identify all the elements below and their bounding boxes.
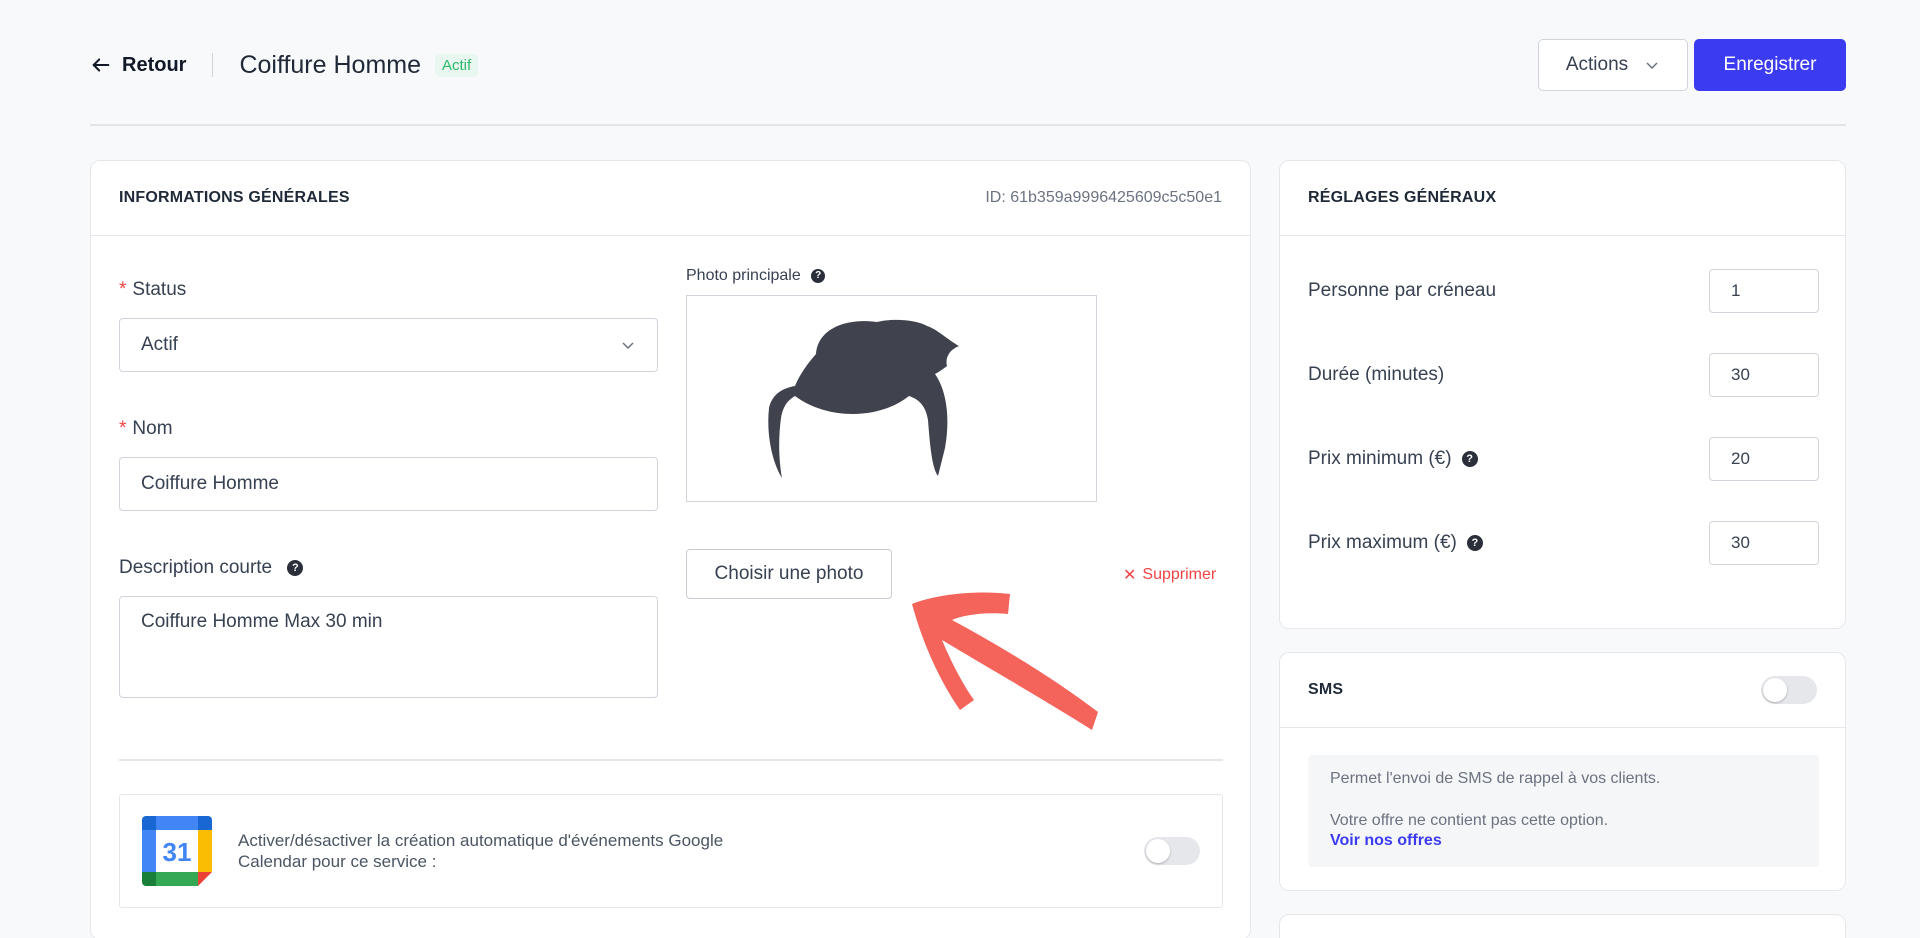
actions-dropdown[interactable]: Actions — [1538, 39, 1688, 91]
sms-heading: SMS — [1308, 681, 1344, 698]
description-textarea[interactable]: Coiffure Homme Max 30 min — [119, 596, 658, 698]
description-label-text: Description courte — [119, 557, 273, 578]
name-label: * Nom — [119, 418, 173, 440]
sms-offer-text: Votre offre ne contient pas cette option… — [1330, 812, 1609, 829]
google-calendar-row: 31 Activer/désactiver la création automa… — [119, 794, 1223, 908]
google-calendar-icon: 31 — [142, 816, 212, 886]
main-photo — [686, 295, 1097, 502]
general-settings-heading: RÉGLAGES GÉNÉRAUX — [1308, 189, 1497, 206]
actions-label: Actions — [1565, 54, 1629, 75]
chevron-down-icon — [1646, 62, 1658, 70]
photo-label-text: Photo principale — [686, 267, 801, 284]
setting-label: Durée (minutes) — [1308, 364, 1445, 385]
name-input-value: Coiffure Homme — [141, 473, 279, 494]
general-info-header: INFORMATIONS GÉNÉRALES ID: 61b359a999642… — [91, 161, 1250, 236]
general-info-card: INFORMATIONS GÉNÉRALES ID: 61b359a999642… — [90, 160, 1251, 938]
status-label-text: Status — [132, 279, 187, 300]
setting-row: Personne par créneau 1 — [1308, 269, 1819, 313]
duration-input[interactable]: 30 — [1709, 353, 1819, 397]
google-calendar-toggle[interactable] — [1144, 837, 1200, 865]
setting-row: Prix minimum (€) ? 20 — [1308, 437, 1819, 481]
sms-info-box: Permet l'envoi de SMS de rappel à vos cl… — [1308, 755, 1819, 867]
status-badge: Actif — [435, 53, 479, 77]
status-select-value: Actif — [141, 334, 178, 355]
chevron-down-icon — [622, 342, 634, 350]
sms-toggle[interactable] — [1761, 676, 1817, 704]
gcal-day: 31 — [163, 837, 192, 867]
max-price-input[interactable]: 30 — [1709, 521, 1819, 565]
google-calendar-text: Activer/désactiver la création automatiq… — [238, 831, 724, 871]
setting-label: Personne par créneau — [1308, 280, 1497, 301]
record-id: ID: 61b359a9996425609c5c50e1 — [985, 189, 1222, 206]
min-price-input[interactable]: 20 — [1709, 437, 1819, 481]
section-divider — [119, 759, 1223, 761]
setting-label: Prix maximum (€) — [1308, 532, 1457, 553]
setting-label: Prix minimum (€) — [1308, 448, 1452, 469]
close-icon: ✕ — [1123, 567, 1137, 584]
hair-placeholder-icon — [768, 319, 959, 478]
help-icon[interactable]: ? — [1466, 535, 1483, 551]
setting-row: Prix maximum (€) ? 30 — [1308, 521, 1819, 565]
name-label-text: Nom — [132, 418, 173, 439]
save-button[interactable]: Enregistrer — [1694, 39, 1846, 91]
status-label: * Status — [119, 279, 186, 301]
choose-photo-button[interactable]: Choisir une photo — [686, 549, 892, 599]
next-card — [1279, 914, 1846, 938]
setting-row: Durée (minutes) 30 — [1308, 353, 1819, 397]
help-icon[interactable]: ? — [287, 559, 304, 576]
top-bar: Retour Coiffure Homme Actif Actions Enre… — [90, 38, 1846, 92]
back-button[interactable]: Retour — [90, 54, 186, 77]
view-offers-link[interactable]: Voir nos offres — [1330, 832, 1797, 850]
delete-photo-label: Supprimer — [1142, 566, 1217, 583]
arrow-left-icon — [92, 58, 110, 72]
divider — [212, 53, 214, 77]
name-input[interactable]: Coiffure Homme — [119, 457, 658, 511]
help-icon[interactable]: ? — [1461, 451, 1478, 467]
page-title: Coiffure Homme — [239, 50, 421, 79]
help-icon[interactable]: ? — [811, 268, 826, 283]
delete-photo-button[interactable]: ✕ Supprimer — [1123, 565, 1216, 585]
photo-label: Photo principale ? — [686, 267, 826, 285]
sms-info-text: Permet l'envoi de SMS de rappel à vos cl… — [1330, 770, 1661, 787]
general-info-heading: INFORMATIONS GÉNÉRALES — [119, 189, 350, 206]
general-settings-card: RÉGLAGES GÉNÉRAUX Personne par créneau 1… — [1279, 160, 1846, 629]
sms-card: SMS Permet l'envoi de SMS de rappel à vo… — [1279, 652, 1846, 891]
sms-header: SMS — [1280, 653, 1845, 728]
back-label: Retour — [122, 53, 187, 76]
status-select[interactable]: Actif — [119, 318, 658, 372]
header-divider — [90, 124, 1846, 126]
general-settings-header: RÉGLAGES GÉNÉRAUX — [1280, 161, 1845, 236]
required-mark: * — [119, 279, 127, 300]
description-label: Description courte ? — [119, 557, 304, 579]
description-value: Coiffure Homme Max 30 min — [141, 611, 383, 632]
required-mark: * — [119, 418, 127, 439]
persons-per-slot-input[interactable]: 1 — [1709, 269, 1819, 313]
